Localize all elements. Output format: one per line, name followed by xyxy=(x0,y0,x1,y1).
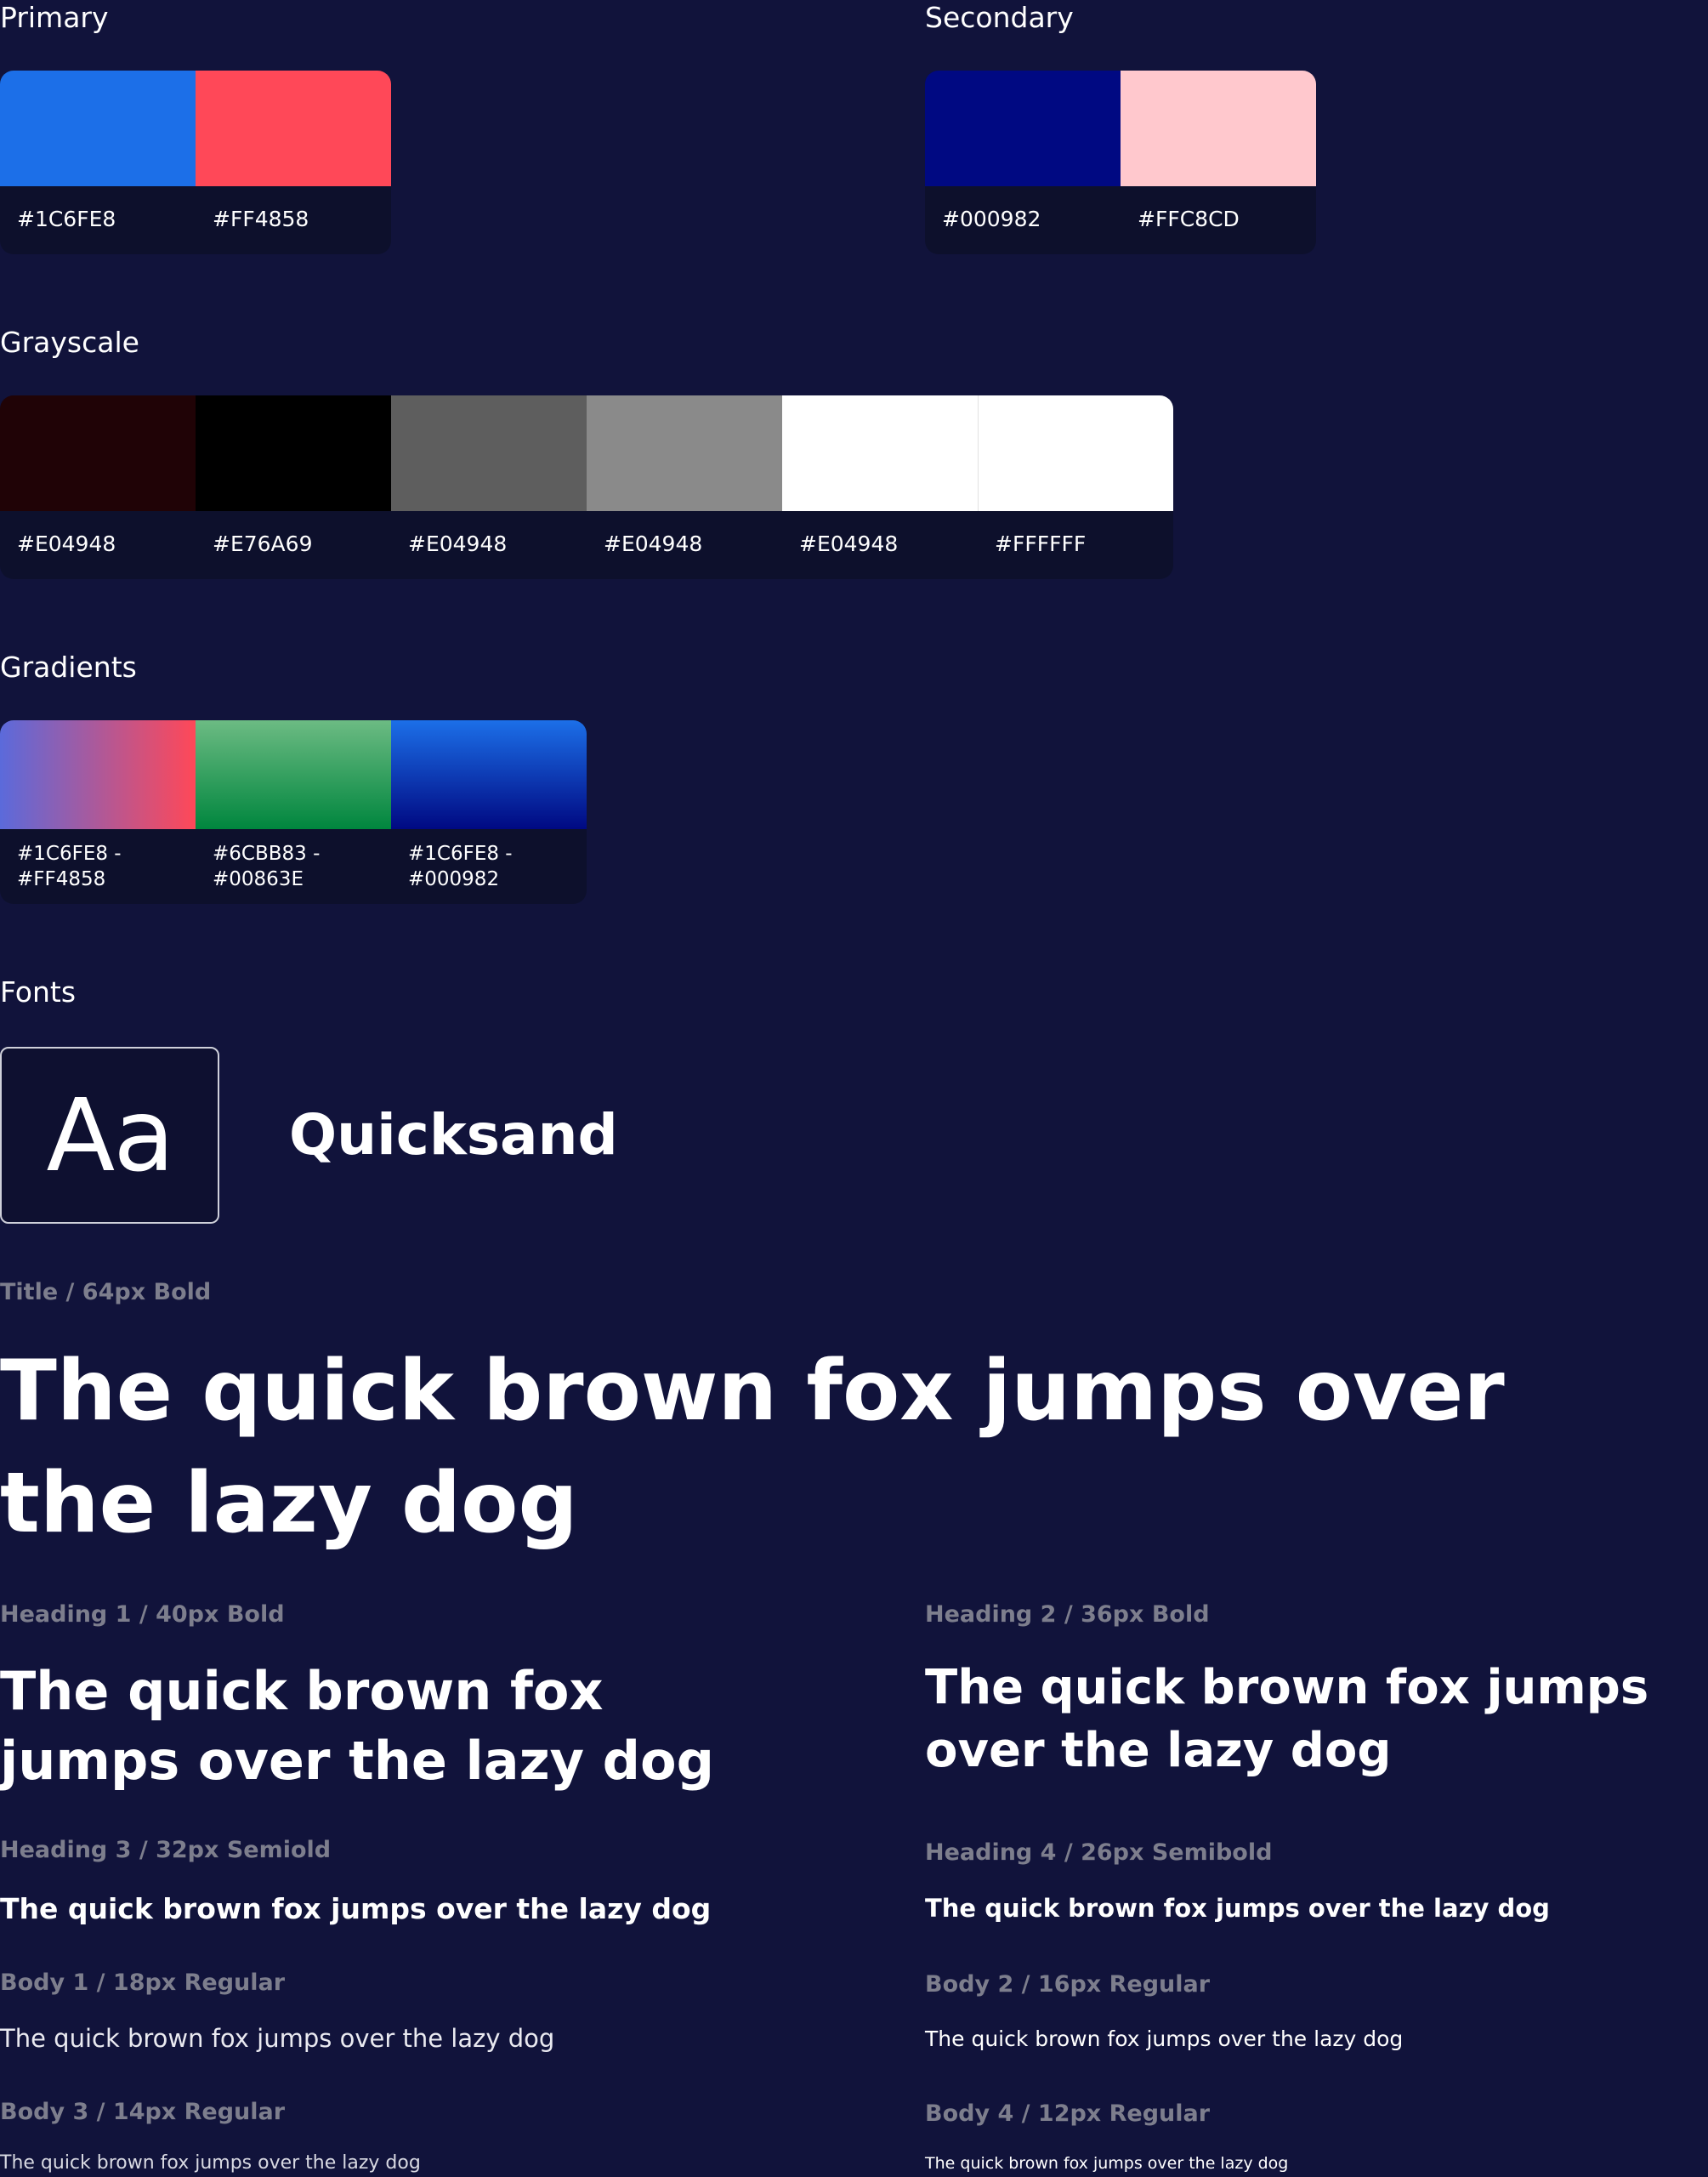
grayscale-palette: #E04948 #E76A69 #E04948 #E04948 #E04948 … xyxy=(0,395,1173,579)
color-chip xyxy=(196,71,391,186)
gradient-swatch: #1C6FE8 - #FF4858 xyxy=(0,720,196,904)
section-title-secondary: Secondary xyxy=(925,1,1074,34)
gradient-code: #1C6FE8 - #FF4858 xyxy=(17,843,122,890)
typography-sample-b1: The quick brown fox jumps over the lazy … xyxy=(0,2024,555,2053)
color-code: #E04948 xyxy=(604,531,703,556)
color-code: #FF4858 xyxy=(213,207,309,231)
typography-sample-h2: The quick brown fox jumps over the lazy … xyxy=(925,1660,1649,1778)
color-code: #E04948 xyxy=(17,531,116,556)
color-chip xyxy=(925,71,1121,186)
typography-sample-b2: The quick brown fox jumps over the lazy … xyxy=(925,2026,1404,2051)
color-swatch: #000982 xyxy=(925,71,1121,254)
color-chip xyxy=(196,395,391,511)
typography-sample-b3: The quick brown fox jumps over the lazy … xyxy=(0,2152,421,2174)
gradient-code: #6CBB83 - #00863E xyxy=(213,843,321,890)
color-code: #1C6FE8 xyxy=(17,207,116,231)
color-chip xyxy=(1121,71,1316,186)
secondary-palette: #000982 #FFC8CD xyxy=(925,71,1316,254)
color-code: #000982 xyxy=(942,207,1041,231)
section-title-grayscale: Grayscale xyxy=(0,326,139,359)
gradient-swatch: #1C6FE8 - #000982 xyxy=(391,720,587,904)
gradient-chip xyxy=(196,720,391,829)
color-swatch: #FFC8CD xyxy=(1121,71,1316,254)
typography-sample-title: The quick brown fox jumps over the lazy … xyxy=(0,1343,1505,1552)
gradient-chip xyxy=(0,720,196,829)
color-swatch: #E76A69 xyxy=(196,395,391,579)
typography-sample-h1: The quick brown fox jumps over the lazy … xyxy=(0,1660,715,1792)
color-chip xyxy=(391,395,587,511)
typography-sample-h4: The quick brown fox jumps over the lazy … xyxy=(925,1894,1550,1923)
typography-spec-h4: Heading 4 / 26px Semibold xyxy=(925,1839,1273,1866)
typography-sample-h3: The quick brown fox jumps over the lazy … xyxy=(0,1892,712,1925)
section-title-fonts: Fonts xyxy=(0,975,77,1009)
color-code: #E04948 xyxy=(799,531,899,556)
typography-spec-h2: Heading 2 / 36px Bold xyxy=(925,1601,1210,1628)
gradients-palette: #1C6FE8 - #FF4858 #6CBB83 - #00863E #1C6… xyxy=(0,720,587,904)
color-chip xyxy=(978,395,1173,511)
gradient-code: #1C6FE8 - #000982 xyxy=(408,843,513,890)
typography-spec-b4: Body 4 / 12px Regular xyxy=(925,2100,1211,2127)
section-title-gradients: Gradients xyxy=(0,651,137,684)
primary-palette: #1C6FE8 #FF4858 xyxy=(0,71,391,254)
color-code: #FFC8CD xyxy=(1138,207,1240,231)
typography-spec-b1: Body 1 / 18px Regular xyxy=(0,1970,286,1996)
color-chip xyxy=(782,395,978,511)
typography-spec-h1: Heading 1 / 40px Bold xyxy=(0,1601,285,1628)
color-code: #E04948 xyxy=(408,531,508,556)
typography-spec-b3: Body 3 / 14px Regular xyxy=(0,2099,286,2125)
font-family-name: Quicksand xyxy=(289,1102,618,1168)
color-swatch: #E04948 xyxy=(782,395,978,579)
color-swatch: #E04948 xyxy=(587,395,782,579)
typography-spec-h3: Heading 3 / 32px Semiold xyxy=(0,1837,332,1863)
gradient-swatch: #6CBB83 - #00863E xyxy=(196,720,391,904)
color-chip xyxy=(0,71,196,186)
color-swatch: #FF4858 xyxy=(196,71,391,254)
typography-sample-b4: The quick brown fox jumps over the lazy … xyxy=(925,2154,1289,2173)
color-swatch: #E04948 xyxy=(0,395,196,579)
section-title-primary: Primary xyxy=(0,1,109,34)
color-swatch: #E04948 xyxy=(391,395,587,579)
gradient-chip xyxy=(391,720,587,829)
color-chip xyxy=(587,395,782,511)
color-swatch: #FFFFFF xyxy=(978,395,1173,579)
color-code: #E76A69 xyxy=(213,531,313,556)
color-swatch: #1C6FE8 xyxy=(0,71,196,254)
typography-spec-title: Title / 64px Bold xyxy=(0,1279,212,1305)
color-chip xyxy=(0,395,196,511)
font-preview-glyph: Aa xyxy=(0,1047,219,1224)
typography-spec-b2: Body 2 / 16px Regular xyxy=(925,1971,1211,1998)
color-code: #FFFFFF xyxy=(995,531,1087,556)
